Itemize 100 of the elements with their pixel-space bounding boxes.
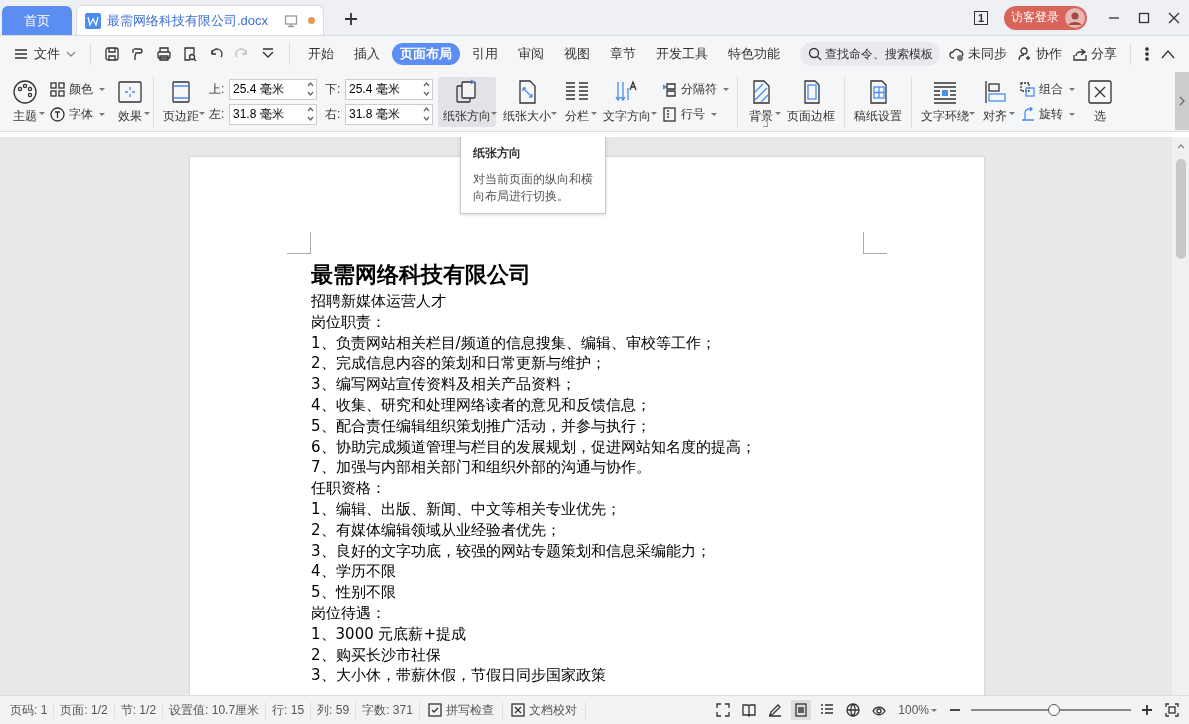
menu-icon — [14, 48, 28, 60]
status-text: 行: 15 — [266, 701, 312, 719]
document-heading: 最需网络科技有限公司 — [311, 261, 532, 289]
avatar-icon — [1065, 7, 1085, 28]
ribbon-button[interactable]: 分隔符 — [662, 80, 729, 98]
margin-field[interactable]: 25.4 毫米 — [229, 78, 317, 100]
collapse-icon[interactable] — [1160, 49, 1176, 59]
ribbon-button[interactable]: 页边距 — [158, 76, 204, 127]
outline-icon[interactable] — [820, 703, 835, 717]
document-tab[interactable]: 最需网络科技有限公司.docx — [76, 5, 324, 35]
ribbon-button[interactable]: 旋转 — [1020, 105, 1075, 123]
text-line: 招聘新媒体运营人才 — [311, 291, 447, 312]
ribbon-tab[interactable]: 章节 — [602, 43, 644, 65]
ribbon-button[interactable]: 行号 — [662, 105, 729, 123]
book-icon[interactable] — [742, 703, 757, 717]
text-line: 2、完成信息内容的策划和日常更新与维护； — [311, 353, 607, 375]
status-text: 设置值: 10.7厘米 — [163, 701, 267, 719]
plus-icon[interactable] — [344, 12, 358, 26]
font-icon — [50, 106, 65, 122]
close-icon[interactable] — [1167, 10, 1181, 25]
ribbon-button[interactable]: 纸张大小 — [498, 76, 556, 127]
ribbon-tab[interactable]: 插入 — [346, 43, 388, 65]
tooltip-text: 对当前页面的纵向和横向布局进行切换。 — [473, 172, 593, 204]
ribbon-button[interactable]: 组合 — [1020, 80, 1075, 98]
status-text: 字数: 371 — [356, 701, 420, 719]
ribbon-tab[interactable]: 开发工具 — [648, 43, 716, 65]
text-line: 2、购买长沙市社保 — [311, 644, 442, 666]
fullscreen-icon[interactable] — [716, 703, 731, 717]
field-label: 左: — [209, 105, 226, 123]
effects-icon — [116, 78, 144, 106]
ribbon-button[interactable]: 字体 — [50, 105, 105, 123]
field-label: 上: — [209, 80, 226, 98]
text-line: 6、协助完成频道管理与栏目的发展规划，促进网站知名度的提高； — [311, 436, 757, 458]
text-line: 岗位待遇： — [311, 602, 387, 624]
toolbar-action[interactable]: 协作 — [1017, 45, 1062, 63]
select-icon — [1086, 78, 1114, 106]
ribbon-button[interactable]: 稿纸设置 — [849, 76, 907, 127]
spin-arrows-icon — [307, 106, 314, 122]
text-line: 1、负责网站相关栏目/频道的信息搜集、编辑、审校等工作； — [311, 332, 717, 354]
more-icon[interactable] — [1144, 46, 1150, 62]
status-button[interactable]: 拼写检查 — [419, 701, 503, 719]
margin-field[interactable]: 31.8 毫米 — [345, 103, 433, 125]
maximize-icon[interactable] — [1137, 10, 1151, 25]
ribbon-button[interactable]: 对齐 — [976, 76, 1014, 127]
page-count-icon[interactable]: 1 — [973, 10, 988, 25]
zoom-in-icon[interactable] — [1141, 704, 1153, 716]
file-menu[interactable]: 文件 — [8, 45, 82, 63]
ribbon-tab[interactable]: 开始 — [300, 43, 342, 65]
print-icon[interactable] — [156, 46, 172, 62]
scroll-thumb[interactable] — [1175, 159, 1186, 259]
toolbar-action[interactable]: 分享 — [1072, 45, 1117, 63]
ribbon-tab[interactable]: 审阅 — [510, 43, 552, 65]
ribbon-button[interactable]: 页面边框 — [782, 76, 840, 127]
page-view-icon[interactable] — [794, 703, 809, 717]
proofread-icon — [510, 703, 525, 717]
login-button[interactable]: 访客登录 — [1004, 5, 1087, 30]
text-line: 7、加强与内部相关部门和组织外部的沟通与协作。 — [311, 457, 652, 479]
scrollbar[interactable] — [1172, 137, 1189, 695]
crop-mark — [287, 232, 311, 254]
slider-thumb[interactable] — [1048, 704, 1061, 716]
monitor-icon — [284, 13, 298, 28]
text-line: 4、收集、研究和处理网络读者的意见和反馈信息； — [311, 395, 652, 416]
ribbon-button[interactable]: 主题 — [6, 76, 44, 127]
ribbon-tab[interactable]: 特色功能 — [720, 43, 788, 65]
margin-field[interactable]: 31.8 毫米 — [229, 103, 317, 125]
ribbon-tab[interactable]: 视图 — [556, 43, 598, 65]
ribbon-button[interactable]: 选 — [1081, 76, 1119, 127]
ribbon-button[interactable]: 文字方向 — [598, 76, 656, 127]
ribbon-button[interactable]: 颜色 — [50, 80, 105, 98]
pen-icon[interactable] — [768, 703, 783, 717]
color-grid-icon — [50, 81, 65, 97]
print-preview-icon[interactable] — [182, 46, 198, 62]
fit-window-icon[interactable] — [1165, 703, 1179, 717]
status-text: 列: 59 — [311, 701, 357, 719]
margin-field[interactable]: 25.4 毫米 — [345, 78, 433, 100]
ribbon-button[interactable]: 效果 — [111, 76, 149, 127]
ribbon-button[interactable]: 分栏 — [558, 76, 596, 127]
save-icon[interactable] — [104, 46, 120, 62]
document-icon — [85, 12, 101, 29]
spin-arrows-icon — [423, 81, 430, 97]
text-line: 5、性别不限 — [311, 582, 397, 603]
text-line: 1、3000 元底薪+提成 — [311, 623, 468, 645]
share-icon — [1072, 46, 1088, 62]
ribbon-button[interactable]: 背景 — [742, 76, 780, 127]
ribbon-button[interactable]: 文字环绕 — [916, 76, 974, 127]
search-field[interactable]: 查找命令、搜索模板 — [800, 42, 940, 66]
field-label: 下: — [325, 80, 342, 98]
format-painter-icon[interactable] — [130, 46, 146, 62]
ribbon-button[interactable]: 纸张方向 — [438, 76, 496, 127]
globe-icon[interactable] — [846, 703, 861, 717]
cloud-icon — [949, 46, 965, 62]
status-button[interactable]: 文档校对 — [502, 701, 586, 719]
scroll-up-icon — [1176, 143, 1185, 149]
ribbon-tab[interactable]: 引用 — [464, 43, 506, 65]
status-text: 节: 1/2 — [114, 701, 164, 719]
zoom-dropdown[interactable]: 100% — [892, 703, 943, 717]
toolbar-action[interactable]: 未同步 — [949, 45, 1007, 63]
text-line: 2、有媒体编辑领域从业经验者优先； — [311, 519, 562, 541]
status-text: 页码: 1 — [4, 701, 55, 719]
status-text: 页面: 1/2 — [54, 701, 115, 719]
